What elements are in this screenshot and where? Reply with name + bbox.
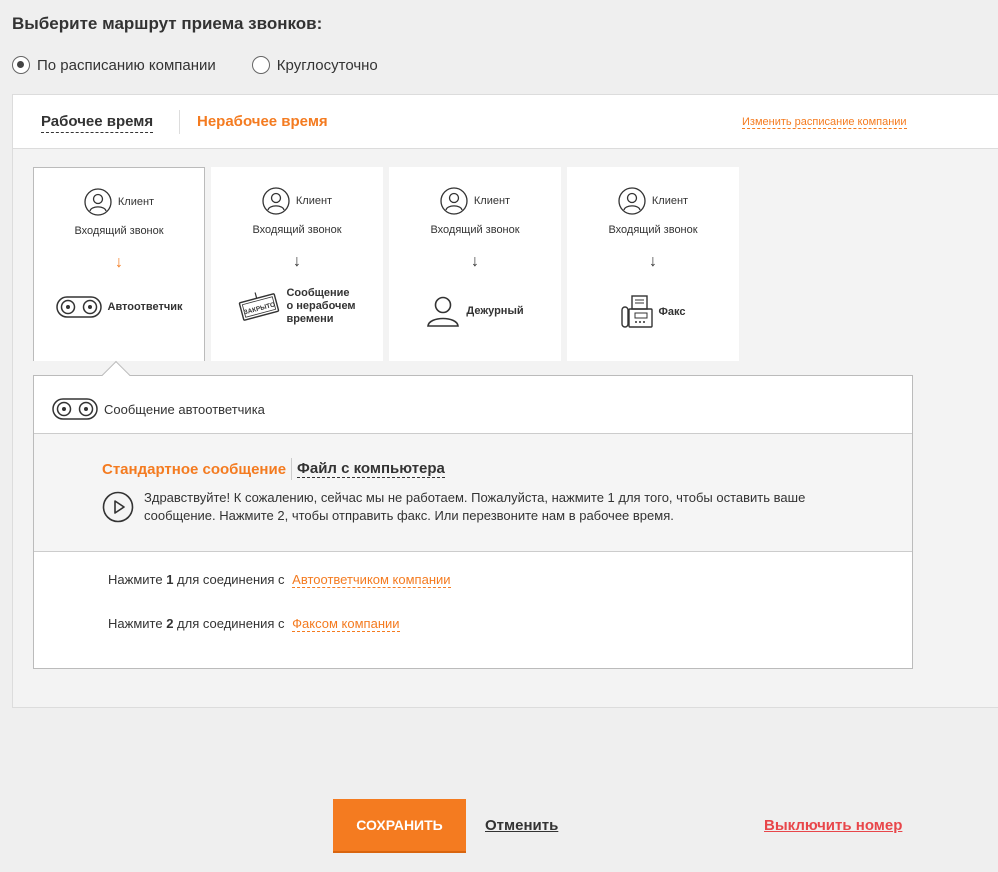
cancel-link[interactable]: Отменить [485,817,558,834]
route-card-fax[interactable]: Клиент Входящий звонок ↓ Факс [567,167,739,361]
radio-label: Круглосуточно [276,56,378,74]
tape-icon [52,398,98,420]
radio-around-clock[interactable]: Круглосуточно [251,56,378,74]
tab-divider [179,110,180,134]
press-option-1: Нажмите 1 для соединения с Автоответчико… [108,572,451,588]
save-button[interactable]: СОХРАНИТЬ [333,799,466,853]
target-answering-machine-link[interactable]: Автоответчиком компании [292,572,451,588]
client-label: Клиент [473,195,511,207]
destination-row: Автоответчик [34,296,204,318]
radio-checked-indicator[interactable] [12,56,30,74]
radio-indicator[interactable] [251,56,270,74]
tab-divider [291,458,293,480]
answering-machine-detail: Сообщение автоответчика Стандартное сооб… [33,360,913,669]
route-card-duty[interactable]: Клиент Входящий звонок ↓ Дежурный [389,167,561,361]
incoming-call-label: Входящий звонок [430,224,520,236]
client-label: Клиент [651,195,689,207]
destination-row: Факс [567,295,739,329]
client-avatar-icon [262,187,290,215]
client-row: Клиент [389,187,561,215]
route-card-nonwork-message[interactable]: Клиент Входящий звонок ↓ ЗАКРЫТО Сообщен… [211,167,383,361]
tab-file-from-computer[interactable]: Файл с компьютера [297,460,445,478]
radio-label: По расписанию компании [37,56,216,74]
incoming-call-label: Входящий звонок [74,225,164,237]
client-row: Клиент [567,187,739,215]
routing-panel: Рабочее время Нерабочее время Изменить р… [12,94,998,708]
incoming-call-label: Входящий звонок [608,224,698,236]
detail-title-row: Сообщение автоответчика [52,398,265,420]
fax-icon [620,295,653,328]
time-tabs-bar: Рабочее время Нерабочее время Изменить р… [13,95,998,149]
schedule-radio-group: По расписанию компании Круглосуточно [12,56,414,74]
message-source-tabs: Стандартное сообщение Файл с компьютера [102,458,445,480]
client-label: Клиент [295,195,333,207]
change-schedule-link[interactable]: Изменить расписание компании [742,116,907,129]
client-row: Клиент [34,188,204,216]
destination-label: Сообщение о нерабочем времени [286,287,356,325]
target-fax-link[interactable]: Факсом компании [292,616,400,632]
disable-number-link[interactable]: Выключить номер [764,817,902,834]
tape-icon [55,296,102,318]
arrow-down-icon: ↓ [293,253,301,270]
tab-nonwork-time[interactable]: Нерабочее время [197,113,328,130]
destination-label: Дежурный [466,305,524,317]
message-area: Стандартное сообщение Файл с компьютера … [34,434,912,552]
client-avatar-icon [84,188,112,216]
arrow-down-icon: ↓ [115,254,123,271]
client-label: Клиент [117,196,155,208]
play-icon[interactable] [102,491,134,523]
arrow-down-icon: ↓ [649,253,657,270]
incoming-call-label: Входящий звонок [252,224,342,236]
destination-row: ЗАКРЫТО Сообщение о нерабочем времени [211,287,383,326]
detail-header: Сообщение автоответчика [34,376,912,434]
person-icon [427,296,460,327]
tab-work-time[interactable]: Рабочее время [41,113,154,133]
press-option-2: Нажмите 2 для соединения с Факсом компан… [108,616,400,632]
client-row: Клиент [211,187,383,215]
client-avatar-icon [618,187,646,215]
arrow-down-icon: ↓ [471,253,479,270]
detail-title: Сообщение автоответчика [104,401,265,417]
message-text: Здравствуйте! К сожалению, сейчас мы не … [144,490,806,523]
page-title: Выберите маршрут приема звонков: [12,14,323,33]
closed-sign-icon: ЗАКРЫТО [239,291,280,321]
destination-label: Факс [658,306,686,318]
destination-row: Дежурный [389,295,561,327]
tab-standard-message[interactable]: Стандартное сообщение [102,461,286,478]
client-avatar-icon [440,187,468,215]
destination-label: Автоответчик [107,301,183,313]
radio-company-schedule[interactable]: По расписанию компании [12,56,216,74]
route-cards: Клиент Входящий звонок ↓ Автоответчик Кл… [33,167,745,361]
route-card-answering-machine[interactable]: Клиент Входящий звонок ↓ Автоответчик [33,167,205,361]
